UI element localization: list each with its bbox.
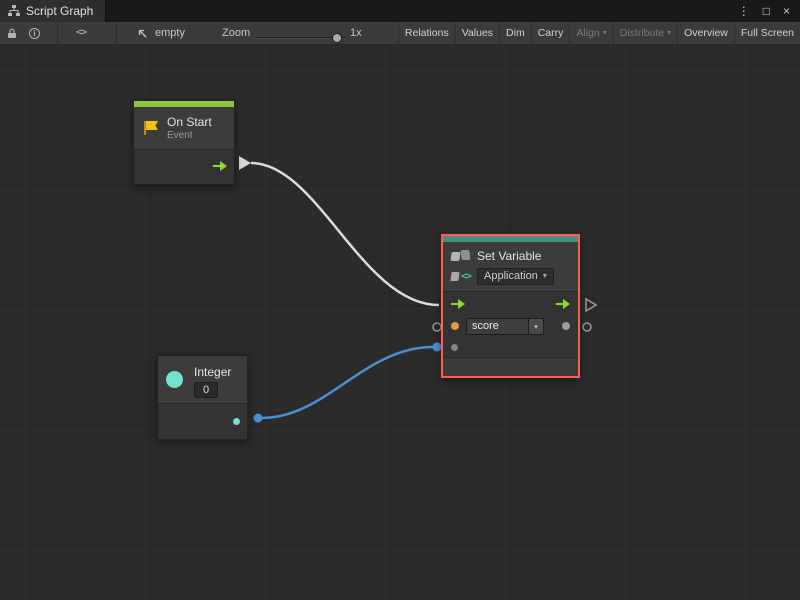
zoom-slider-handle[interactable] <box>332 33 342 43</box>
script-graph-icon <box>8 0 20 22</box>
variable-name-field[interactable]: score <box>466 318 544 335</box>
integer-output-dot[interactable] <box>233 418 240 425</box>
graph-toolbar: <> empty Zoom 1x Relations Values Dim Ca… <box>0 22 800 45</box>
fullscreen-button[interactable]: Full Screen <box>734 22 800 44</box>
graph-canvas[interactable]: On Start Event Set Variable <> <box>0 45 800 600</box>
dim-button[interactable]: Dim <box>499 22 531 44</box>
onstart-flow-output-port[interactable] <box>239 156 251 170</box>
chevron-down-icon <box>534 318 538 335</box>
integer-output-port-connected[interactable] <box>254 414 263 423</box>
selection-status-label: empty <box>155 22 185 44</box>
close-icon[interactable]: × <box>783 0 790 22</box>
toolbar-button-group: Relations Values Dim Carry Align Distrib… <box>398 22 800 44</box>
flag-icon <box>142 120 160 136</box>
scope-icon: <> <box>451 271 471 282</box>
wire-integer-to-setvariable[interactable] <box>262 347 433 418</box>
set-variable-footer <box>443 357 578 376</box>
set-variable-body: score <box>443 291 578 357</box>
on-start-header[interactable]: On Start Event <box>134 107 234 149</box>
setvariable-flow-output-port[interactable] <box>586 299 596 311</box>
integer-header[interactable]: Integer 0 <box>158 356 247 403</box>
title-bar: Script Graph ⋮ □ × <box>0 0 800 22</box>
node-integer[interactable]: Integer 0 <box>157 355 248 440</box>
on-start-body <box>134 149 234 184</box>
chevron-down-icon <box>603 22 607 45</box>
setvariable-name-input-port[interactable] <box>433 323 441 331</box>
integer-body <box>158 403 247 439</box>
lock-icon[interactable] <box>7 22 17 44</box>
unity-visual-scripting-window: Script Graph ⋮ □ × <> empty Zoom <box>0 0 800 600</box>
overview-button[interactable]: Overview <box>677 22 734 44</box>
values-button[interactable]: Values <box>455 22 499 44</box>
connections-layer <box>0 45 800 600</box>
name-port-dot[interactable] <box>451 322 459 330</box>
window-controls: ⋮ □ × <box>738 0 800 22</box>
window-menu-icon[interactable]: ⋮ <box>738 0 750 22</box>
carry-button[interactable]: Carry <box>531 22 570 44</box>
maximize-icon[interactable]: □ <box>763 0 770 22</box>
chevron-down-icon <box>543 270 547 282</box>
node-subtitle: Event <box>167 130 212 141</box>
setvariable-value-output-port[interactable] <box>583 323 591 331</box>
variable-scope-dropdown[interactable]: Application <box>477 268 554 285</box>
toolbar-separator <box>116 22 117 44</box>
scope-label: Application <box>484 270 538 282</box>
value-input-dot[interactable] <box>451 344 458 351</box>
node-title: Set Variable <box>477 249 541 263</box>
toolbar-separator <box>57 22 58 44</box>
node-title: On Start <box>167 115 212 129</box>
info-icon[interactable] <box>29 22 40 44</box>
graph-inspector-toggle-icon[interactable]: <> <box>76 22 86 44</box>
zoom-label: Zoom <box>222 22 250 44</box>
set-variable-header[interactable]: Set Variable <> Application <box>443 242 578 291</box>
flow-output-arrow-icon[interactable] <box>213 161 227 171</box>
value-output-dot[interactable] <box>562 322 570 330</box>
selection-arrow-icon <box>136 22 148 44</box>
variables-icon <box>451 250 471 263</box>
chevron-down-icon <box>667 22 671 45</box>
tab-script-graph[interactable]: Script Graph <box>0 0 106 22</box>
node-set-variable[interactable]: Set Variable <> Application <box>441 234 580 378</box>
flow-output-arrow-icon[interactable] <box>556 299 570 309</box>
relations-button[interactable]: Relations <box>398 22 455 44</box>
flow-input-arrow-icon[interactable] <box>451 299 465 309</box>
wire-onstart-to-setvariable[interactable] <box>251 163 439 305</box>
node-on-start[interactable]: On Start Event <box>133 100 235 185</box>
tab-title: Script Graph <box>26 4 93 18</box>
integer-value-field[interactable]: 0 <box>194 382 218 398</box>
integer-type-icon <box>166 371 183 388</box>
variable-name-value[interactable]: score <box>467 319 528 334</box>
zoom-value-label: 1x <box>350 22 362 44</box>
node-title: Integer <box>194 365 231 379</box>
distribute-dropdown-button[interactable]: Distribute <box>613 22 677 44</box>
align-dropdown-button[interactable]: Align <box>569 22 612 44</box>
variable-name-dropdown-button[interactable] <box>528 319 543 334</box>
